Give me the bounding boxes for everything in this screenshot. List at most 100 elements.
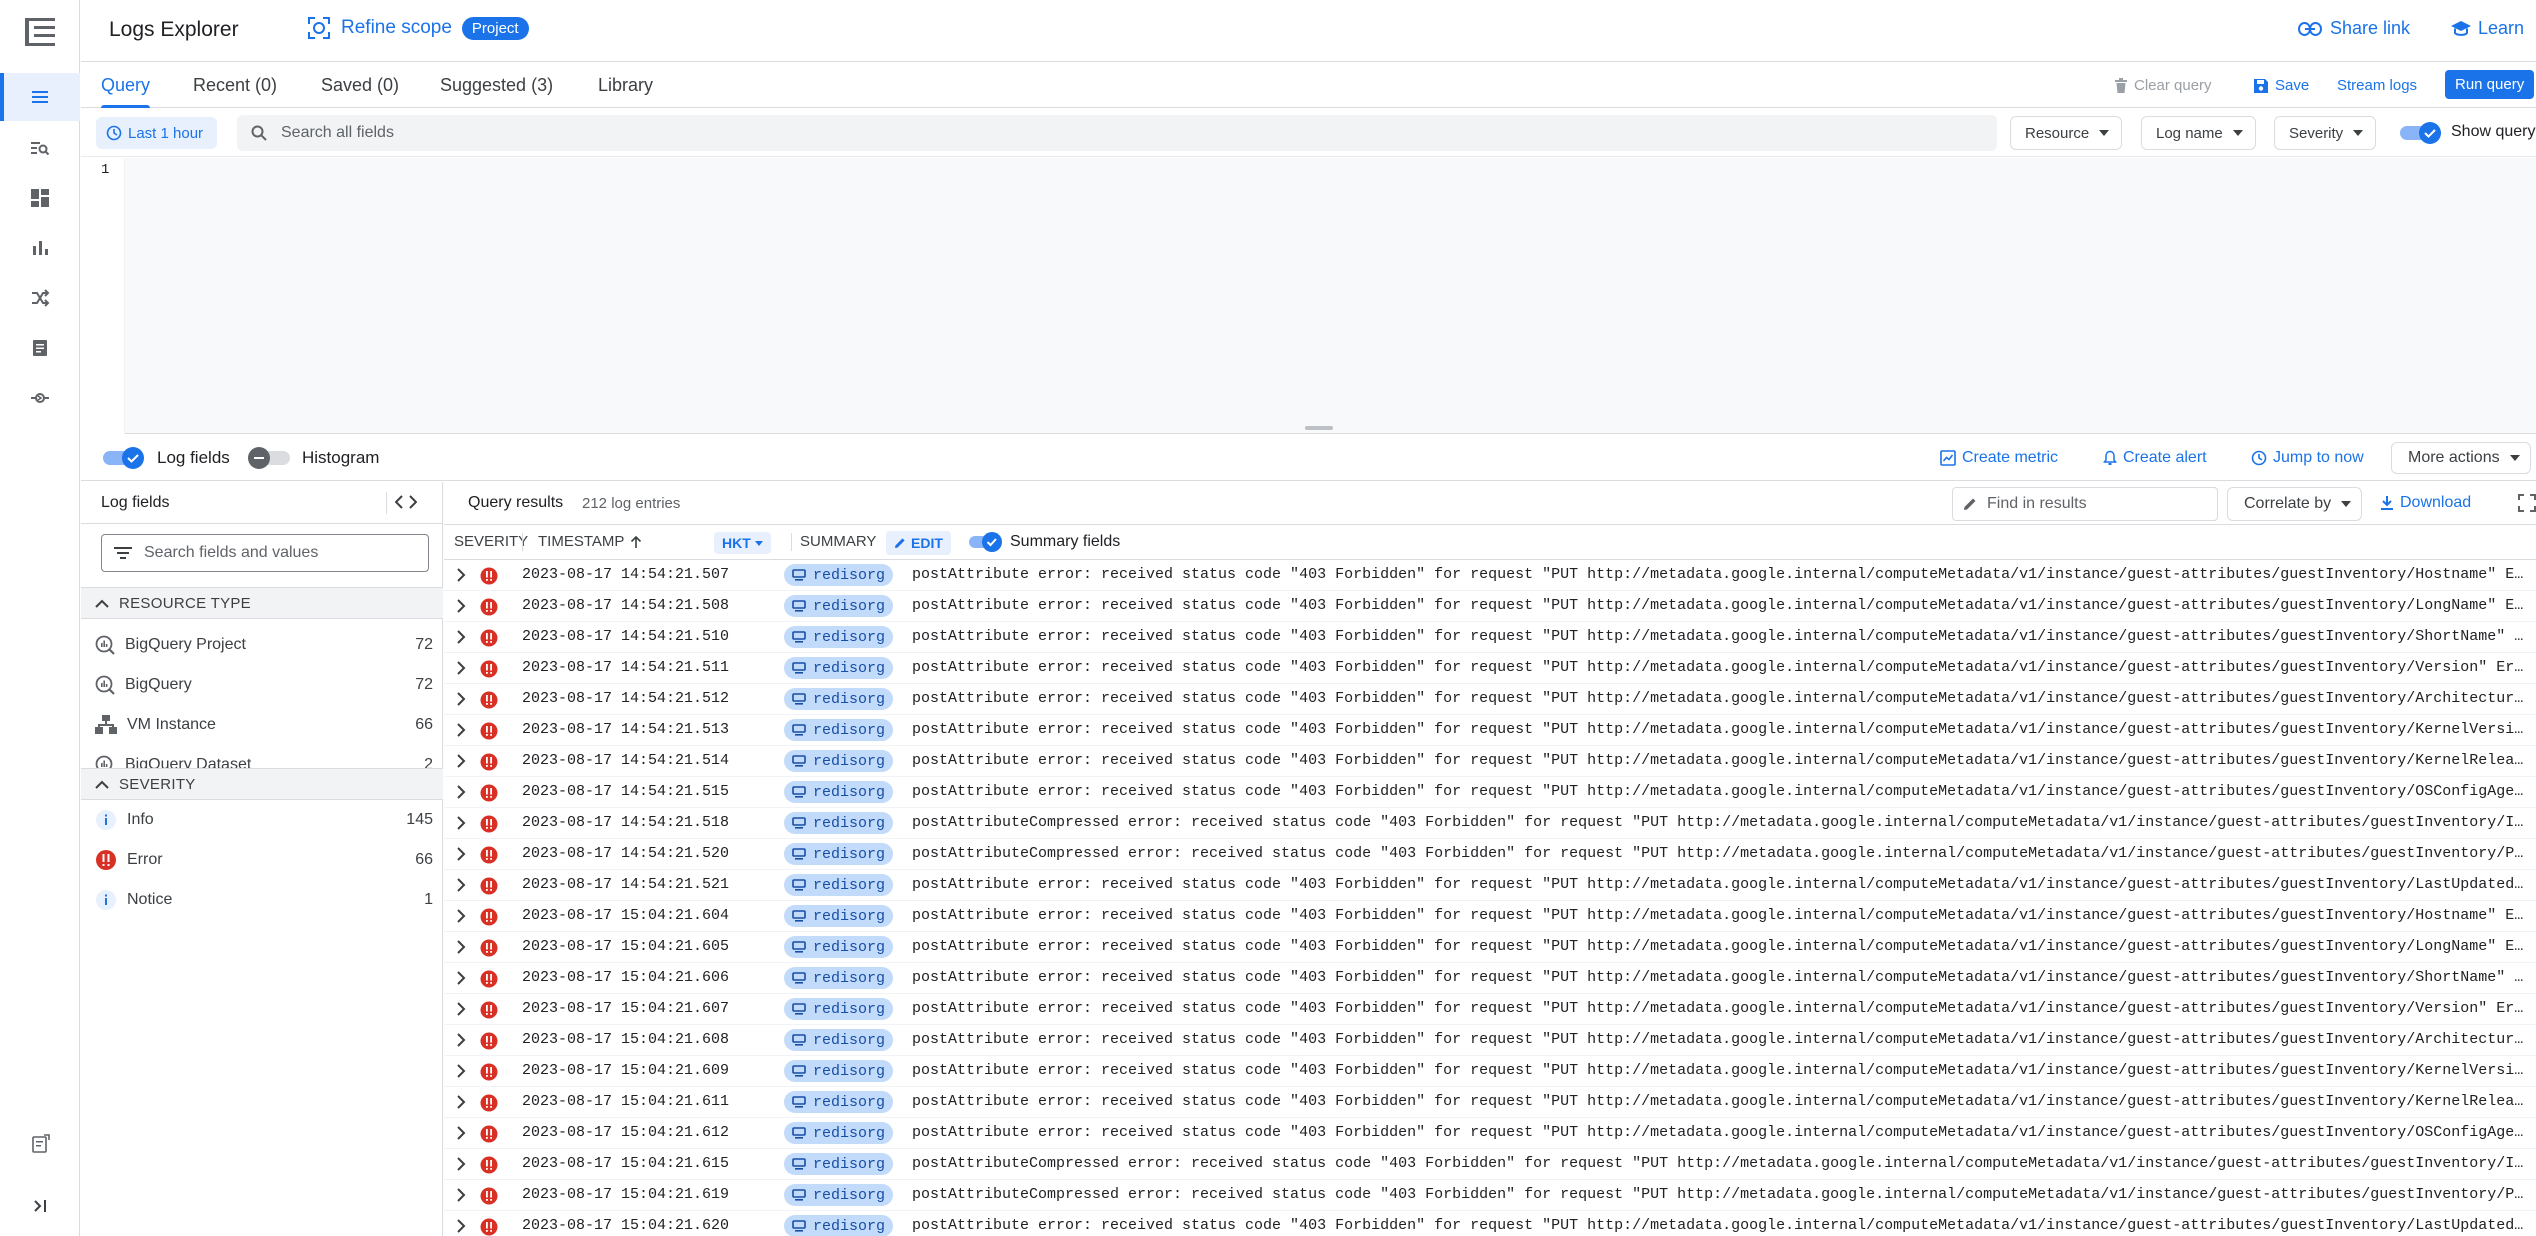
log-search-icon[interactable] (0, 124, 80, 172)
log-entry-resource-tag[interactable]: redisorg (784, 781, 894, 803)
histogram-toggle[interactable] (246, 446, 292, 470)
log-entry-resource-tag[interactable]: redisorg (784, 843, 894, 865)
log-entry-resource-tag[interactable]: redisorg (784, 1153, 894, 1175)
log-entry-resource-tag[interactable]: redisorg (784, 936, 894, 958)
show-query-toggle[interactable] (2398, 121, 2444, 145)
chevron-right-icon[interactable] (456, 661, 466, 675)
resource-type-section-header[interactable]: RESOURCE TYPE (81, 587, 443, 619)
log-entry-resource-tag[interactable]: redisorg (784, 967, 894, 989)
refine-scope-button[interactable]: Refine scope Project (307, 16, 529, 40)
field-item-info[interactable]: Info 145 (81, 800, 443, 840)
save-button[interactable]: Save (2253, 63, 2309, 108)
field-item-bigquery[interactable]: BigQuery 72 (81, 665, 443, 705)
chevron-right-icon[interactable] (456, 847, 466, 861)
tab-saved[interactable]: Saved (0) (321, 63, 399, 108)
log-entry-row[interactable]: 2023-08-17 15:04:21.619 redisorg postAttri… (444, 1180, 2536, 1211)
severity-column-header[interactable]: SEVERITY (454, 525, 528, 559)
log-entry-row[interactable]: 2023-08-17 15:04:21.620 redisorg postAttri… (444, 1211, 2536, 1236)
chevron-right-icon[interactable] (456, 940, 466, 954)
hamburger-menu-icon[interactable] (0, 8, 80, 56)
log-entry-row[interactable]: 2023-08-17 14:54:21.518 redisorg postAttri… (444, 808, 2536, 839)
log-entry-row[interactable]: 2023-08-17 15:04:21.608 redisorg postAttri… (444, 1025, 2536, 1056)
shuffle-icon[interactable] (0, 274, 80, 322)
log-entry-row[interactable]: 2023-08-17 14:54:21.513 redisorg postAttri… (444, 715, 2536, 746)
search-fields-input[interactable]: Search fields and values (101, 534, 429, 572)
chevron-right-icon[interactable] (456, 1157, 466, 1171)
chevron-right-icon[interactable] (456, 909, 466, 923)
log-name-dropdown[interactable]: Log name (2141, 116, 2256, 150)
log-entry-resource-tag[interactable]: redisorg (784, 1184, 894, 1206)
chevron-right-icon[interactable] (456, 1126, 466, 1140)
expand-rail-icon[interactable] (0, 1182, 80, 1230)
share-link-button[interactable]: Share link (2298, 18, 2410, 39)
log-entry-resource-tag[interactable]: redisorg (784, 1060, 894, 1082)
tab-recent[interactable]: Recent (0) (193, 63, 277, 108)
log-entry-resource-tag[interactable]: redisorg (784, 1091, 894, 1113)
pipeline-icon[interactable] (0, 374, 80, 422)
chevron-right-icon[interactable] (456, 971, 466, 985)
chevron-right-icon[interactable] (456, 1188, 466, 1202)
code-toggle-icon[interactable] (395, 493, 417, 511)
dashboard-icon[interactable] (0, 174, 80, 222)
time-range-chip[interactable]: Last 1 hour (96, 117, 218, 149)
log-entry-resource-tag[interactable]: redisorg (784, 1029, 894, 1051)
severity-dropdown[interactable]: Severity (2274, 116, 2377, 150)
log-entry-resource-tag[interactable]: redisorg (784, 719, 894, 741)
log-entry-row[interactable]: 2023-08-17 15:04:21.607 redisorg postAttri… (444, 994, 2536, 1025)
chevron-right-icon[interactable] (456, 692, 466, 706)
field-item-bigquery-project[interactable]: BigQuery Project 72 (81, 625, 443, 665)
more-actions-dropdown[interactable]: More actions (2391, 442, 2531, 474)
chevron-right-icon[interactable] (456, 1219, 466, 1233)
resource-dropdown[interactable]: Resource (2010, 116, 2123, 150)
release-notes-icon[interactable] (0, 1120, 80, 1168)
log-entry-row[interactable]: 2023-08-17 15:04:21.606 redisorg postAttri… (444, 963, 2536, 994)
log-entry-resource-tag[interactable]: redisorg (784, 998, 894, 1020)
log-entry-row[interactable]: 2023-08-17 14:54:21.514 redisorg postAttri… (444, 746, 2536, 777)
chevron-right-icon[interactable] (456, 785, 466, 799)
tab-query[interactable]: Query (101, 63, 151, 108)
log-entry-row[interactable]: 2023-08-17 15:04:21.615 redisorg postAttri… (444, 1149, 2536, 1180)
clear-query-button[interactable]: Clear query (2114, 63, 2212, 108)
create-alert-button[interactable]: Create alert (2103, 435, 2207, 481)
search-all-fields-input[interactable]: Search all fields (237, 115, 1997, 151)
correlate-by-dropdown[interactable]: Correlate by (2227, 487, 2363, 521)
severity-section-header[interactable]: SEVERITY (81, 768, 443, 800)
chevron-right-icon[interactable] (456, 1095, 466, 1109)
document-icon[interactable] (0, 324, 80, 372)
log-entry-resource-tag[interactable]: redisorg (784, 1122, 894, 1144)
sort-ascending-icon[interactable] (630, 535, 642, 549)
log-entry-row[interactable]: 2023-08-17 14:54:21.510 redisorg postAttri… (444, 622, 2536, 653)
jump-to-now-button[interactable]: Jump to now (2251, 435, 2364, 481)
log-entry-row[interactable]: 2023-08-17 14:54:21.508 redisorg postAttri… (444, 591, 2536, 622)
query-editor[interactable]: 1 (81, 158, 2536, 434)
field-item-error[interactable]: Error 66 (81, 840, 443, 880)
log-entry-resource-tag[interactable]: redisorg (784, 688, 894, 710)
timezone-selector[interactable]: HKT (714, 532, 771, 554)
log-entry-resource-tag[interactable]: redisorg (784, 812, 894, 834)
log-entry-row[interactable]: 2023-08-17 14:54:21.507 redisorg postAttri… (444, 560, 2536, 591)
log-entry-row[interactable]: 2023-08-17 15:04:21.604 redisorg postAttri… (444, 901, 2536, 932)
chevron-right-icon[interactable] (456, 1002, 466, 1016)
log-entry-resource-tag[interactable]: redisorg (784, 750, 894, 772)
chevron-right-icon[interactable] (456, 723, 466, 737)
log-entry-resource-tag[interactable]: redisorg (784, 874, 894, 896)
chevron-right-icon[interactable] (456, 599, 466, 613)
timestamp-column-header[interactable]: TIMESTAMP (538, 525, 624, 559)
log-entry-resource-tag[interactable]: redisorg (784, 1215, 894, 1236)
log-entry-resource-tag[interactable]: redisorg (784, 905, 894, 927)
bar-chart-icon[interactable] (0, 224, 80, 272)
log-entry-row[interactable]: 2023-08-17 15:04:21.612 redisorg postAttri… (444, 1118, 2536, 1149)
log-entry-row[interactable]: 2023-08-17 14:54:21.512 redisorg postAttri… (444, 684, 2536, 715)
create-metric-button[interactable]: Create metric (1940, 435, 2058, 481)
log-entry-row[interactable]: 2023-08-17 15:04:21.611 redisorg postAttri… (444, 1087, 2536, 1118)
field-item-notice[interactable]: Notice 1 (81, 880, 443, 920)
chevron-right-icon[interactable] (456, 754, 466, 768)
run-query-button[interactable]: Run query (2445, 70, 2535, 99)
chevron-right-icon[interactable] (456, 878, 466, 892)
log-entry-row[interactable]: 2023-08-17 15:04:21.605 redisorg postAttri… (444, 932, 2536, 963)
tab-suggested[interactable]: Suggested (3) (440, 63, 553, 108)
find-in-results-input[interactable]: Find in results (1952, 487, 2218, 521)
edit-summary-button[interactable]: EDIT (886, 531, 951, 555)
log-entry-resource-tag[interactable]: redisorg (784, 657, 894, 679)
logs-list-icon[interactable] (0, 73, 80, 121)
